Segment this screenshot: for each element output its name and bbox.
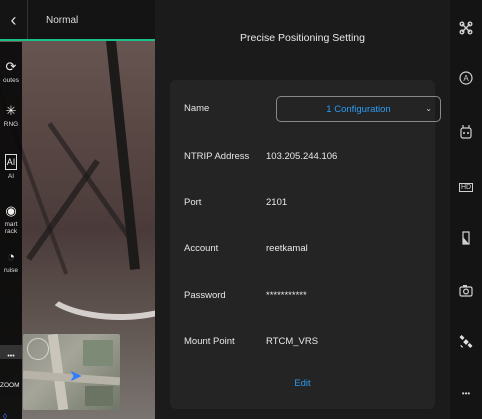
signal-bar <box>0 39 160 41</box>
account-value: reetkamal <box>266 242 308 254</box>
more-dots-icon[interactable]: ••• <box>450 385 482 401</box>
hd-icon[interactable]: HD <box>450 178 482 195</box>
camera-scene-strut <box>106 40 140 270</box>
port-label: Port <box>184 196 202 208</box>
route-icon: ⟳ <box>5 59 17 74</box>
configuration-select[interactable]: 1 Configuration ⌄ <box>276 96 441 122</box>
configuration-value: 1 Configuration <box>326 103 391 115</box>
tool-label: AI <box>7 173 15 180</box>
chevron-left-icon: ‹ <box>10 9 17 30</box>
more-tools-button[interactable]: ••• <box>0 345 22 360</box>
navigation-icon: ◊ <box>3 412 7 419</box>
hd-label: HD <box>458 183 474 192</box>
mount-point-value: RTCM_VRS <box>266 335 319 347</box>
row-ntrip-address: NTRIP Address 103.205.244.106 <box>184 146 434 166</box>
camera-icon[interactable] <box>450 283 482 297</box>
row-mount-point: Mount Point RTCM_VRS <box>184 331 434 351</box>
row-password: Password *********** <box>184 285 434 305</box>
account-label: Account <box>184 242 219 254</box>
tool-label: ruise <box>3 267 19 274</box>
back-button[interactable]: ‹ <box>0 0 28 40</box>
ntrip-address-value: 103.205.244.106 <box>266 150 338 162</box>
port-value: 2101 <box>266 196 288 208</box>
tool-routes[interactable]: ⟳ outes <box>0 59 22 85</box>
satellite-icon[interactable] <box>450 334 482 349</box>
more-label: ••• <box>461 389 471 398</box>
row-name: Name 1 Configuration ⌄ <box>184 96 441 122</box>
minimap[interactable]: ➤ <box>23 334 120 410</box>
password-value: *********** <box>266 289 307 301</box>
map-block <box>85 386 113 406</box>
target-icon: ◉ <box>5 203 17 218</box>
battery-icon[interactable] <box>450 230 482 245</box>
rng-icon: ✳ <box>5 103 17 118</box>
settings-card: Name 1 Configuration ⌄ NTRIP Address 103… <box>170 80 441 409</box>
tool-label: mart rack <box>4 221 18 235</box>
tool-label: outes <box>3 77 19 84</box>
row-port: Port 2101 <box>184 192 434 212</box>
tool-rng[interactable]: ✳ RNG <box>0 103 22 129</box>
more-dots-icon: ••• <box>7 353 15 360</box>
mount-point-label: Mount Point <box>184 335 235 347</box>
svg-text:A: A <box>463 74 469 83</box>
tool-ai[interactable]: AI AI <box>0 154 22 180</box>
edit-button[interactable]: Edit <box>170 378 435 389</box>
name-label: Name <box>184 102 210 114</box>
flight-mode-label[interactable]: Normal <box>46 15 78 26</box>
right-icon-rail: A HD ••• <box>450 0 482 419</box>
map-block <box>83 340 113 366</box>
zoom-label[interactable]: ZOOM <box>0 382 20 389</box>
ntrip-address-label: NTRIP Address <box>184 150 250 162</box>
drone-location-icon: ➤ <box>69 368 83 385</box>
tool-smart-track[interactable]: ◉ mart rack <box>0 203 22 236</box>
chevron-down-icon: ⌄ <box>425 104 432 113</box>
remote-controller-icon[interactable] <box>450 124 482 139</box>
tool-label: RNG <box>3 121 19 128</box>
drone-icon[interactable] <box>450 20 482 35</box>
precise-positioning-panel: Precise Positioning Setting Name 1 Confi… <box>155 0 450 419</box>
panel-title: Precise Positioning Setting <box>240 32 365 44</box>
row-account: Account reetkamal <box>184 238 434 258</box>
speedometer-icon: ◔ <box>7 249 15 264</box>
password-label: Password <box>184 289 226 301</box>
tool-cruise[interactable]: ◔ ruise <box>0 249 22 275</box>
ai-icon: AI <box>5 154 17 170</box>
top-bar: ‹ Normal <box>0 0 160 40</box>
auto-a-icon[interactable]: A <box>450 70 482 85</box>
map-landmark-circle <box>27 338 49 360</box>
left-toolbar: ⟳ outes ✳ RNG AI AI ◉ mart rack ◔ ruise … <box>0 42 22 419</box>
